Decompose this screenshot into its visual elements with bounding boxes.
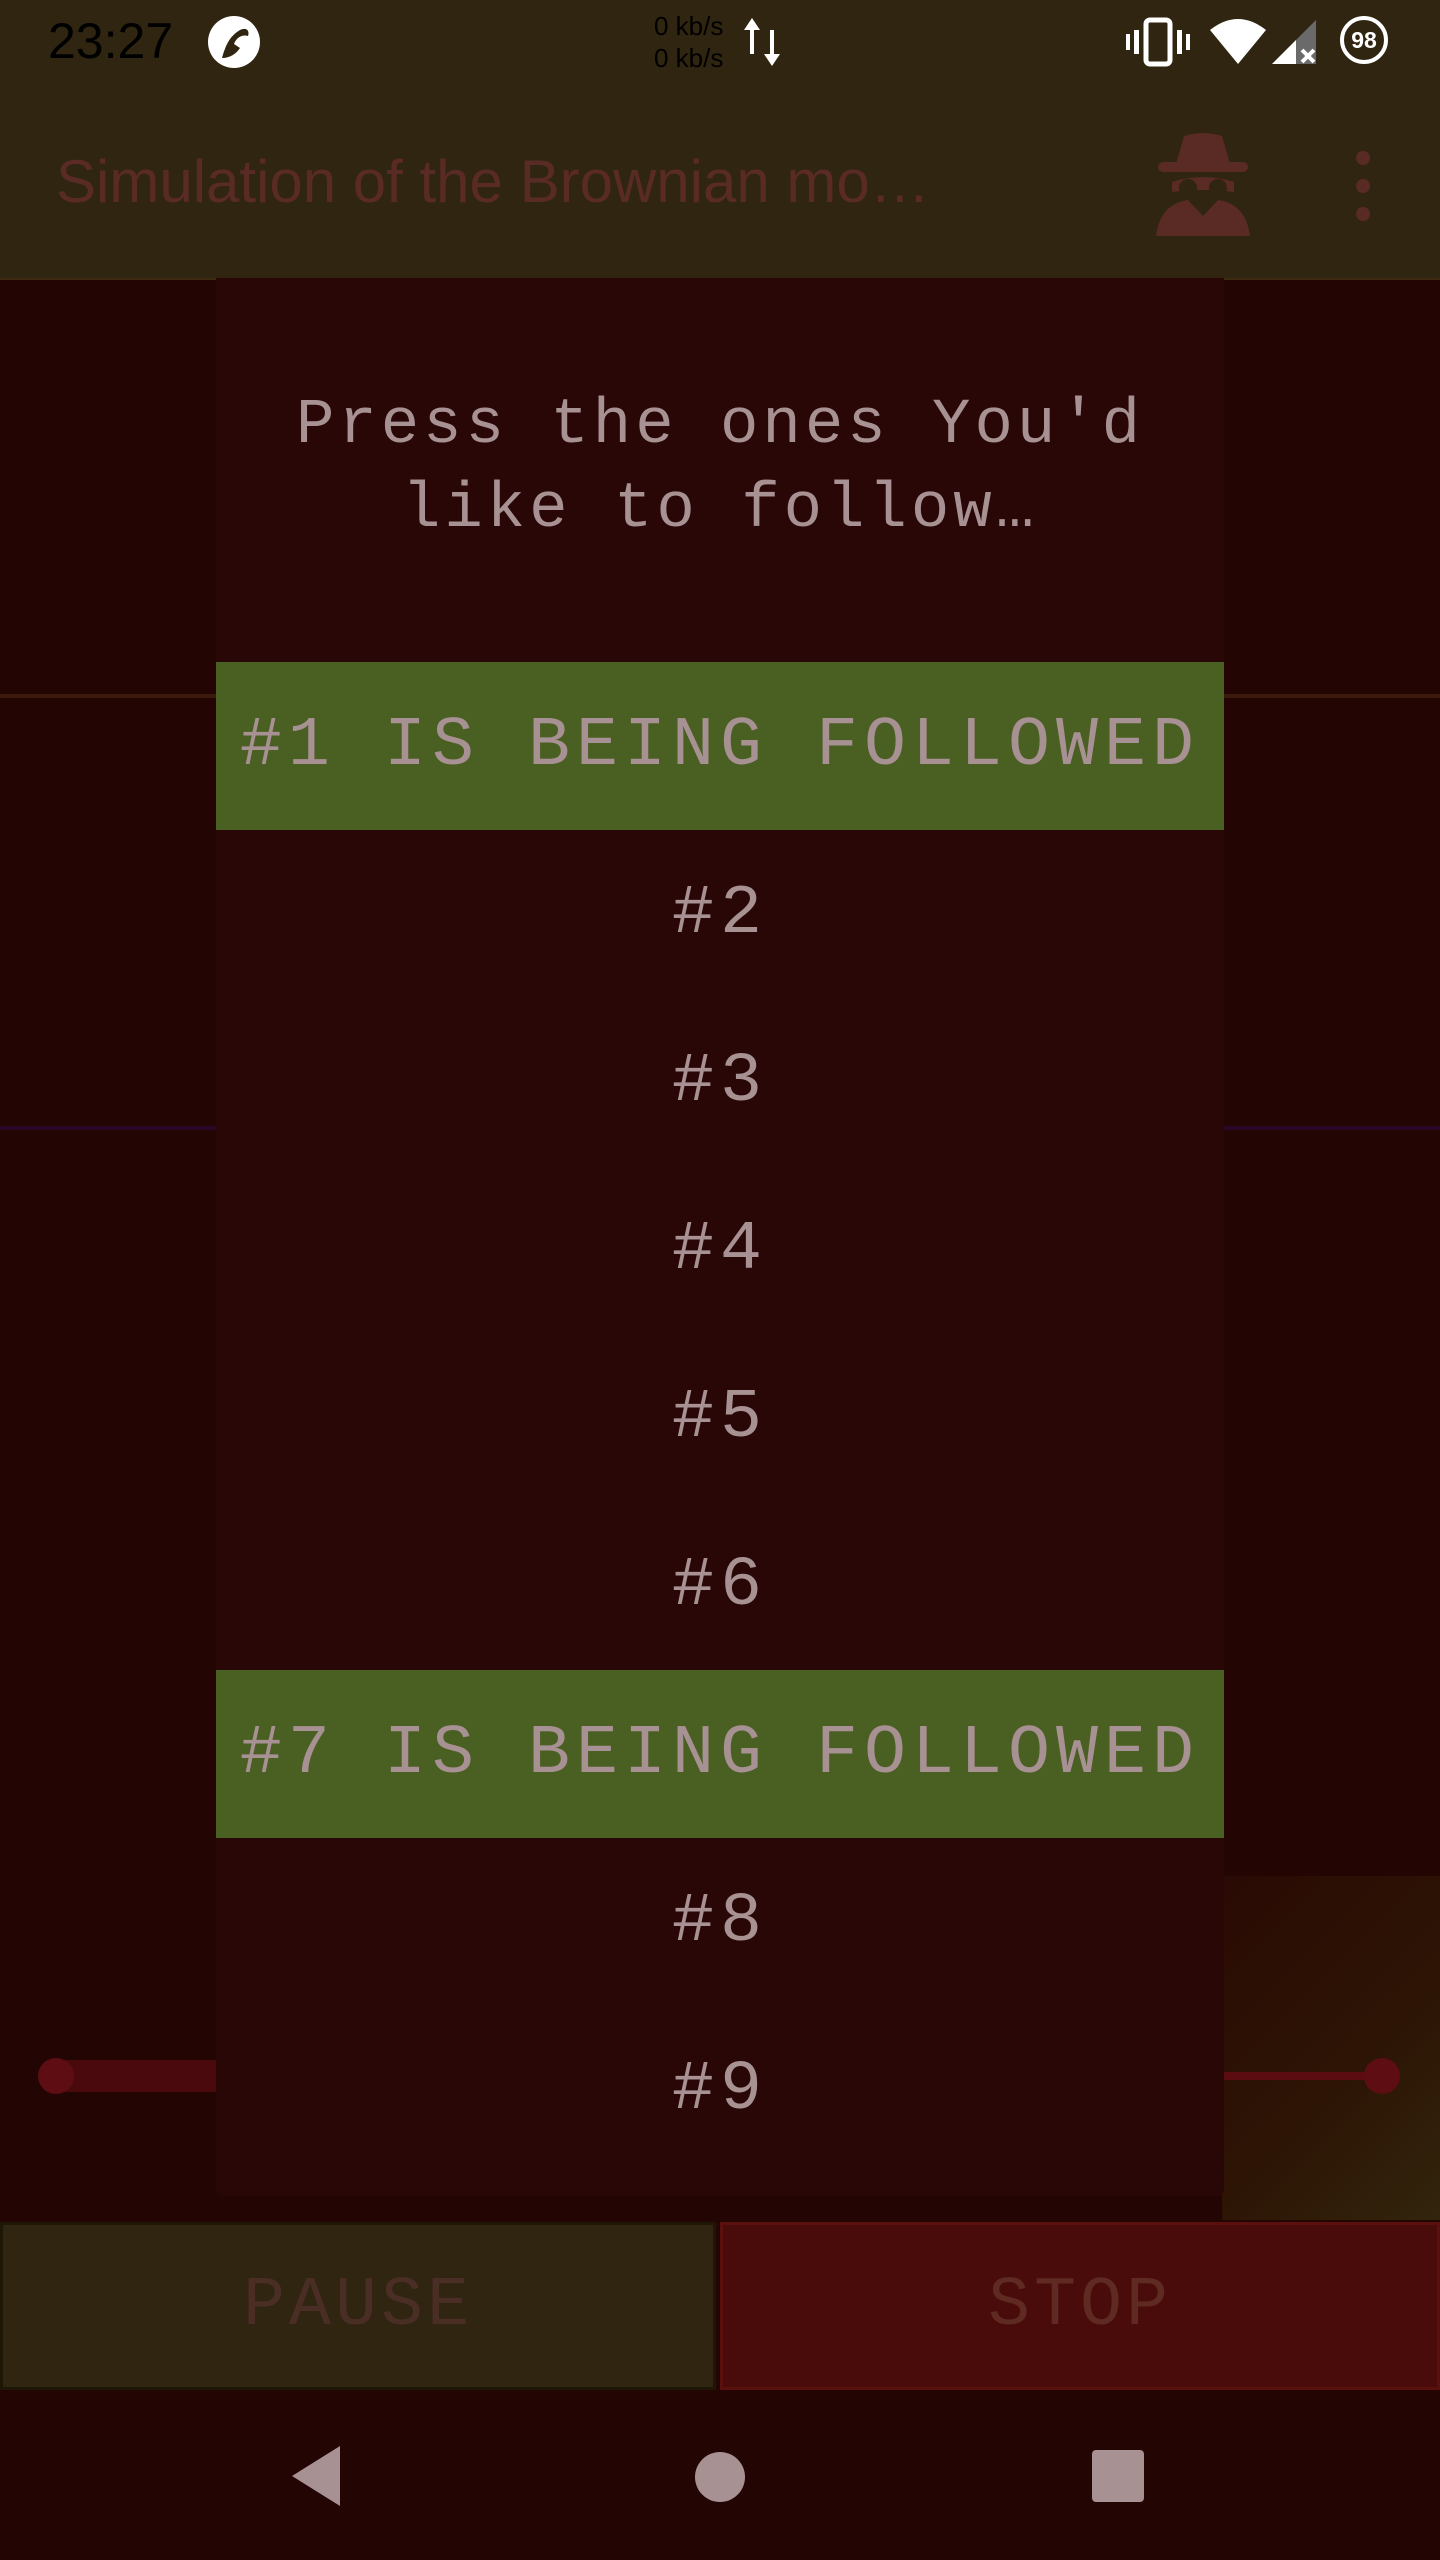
slider-handle[interactable]	[38, 2058, 74, 2094]
list-item-1[interactable]: #1 IS BEING FOLLOWED	[216, 662, 1224, 830]
vibrate-icon	[1126, 17, 1190, 67]
list-item-5[interactable]: #5	[216, 1334, 1224, 1502]
spy-icon[interactable]	[1148, 130, 1258, 236]
list-item-4[interactable]: #4	[216, 1166, 1224, 1334]
list-item-3[interactable]: #3	[216, 998, 1224, 1166]
slider-track[interactable]	[1222, 2072, 1382, 2080]
control-panel	[1222, 1876, 1440, 2220]
list-item-7[interactable]: #7 IS BEING FOLLOWED	[216, 1670, 1224, 1838]
dialog-title: Press the ones You'd like to follow…	[295, 390, 1145, 546]
status-clock: 23:27	[48, 13, 174, 69]
network-speed: 0 kb/s 0 kb/s	[654, 10, 723, 74]
wifi-icon	[1210, 19, 1266, 64]
home-icon[interactable]	[695, 2452, 745, 2502]
list-item-2[interactable]: #2	[216, 830, 1224, 998]
app-title: Simulation of the Brownian mo…	[56, 148, 930, 215]
upload-speed: 0 kb/s	[654, 11, 724, 41]
stop-button[interactable]: STOP	[720, 2222, 1440, 2390]
cell-signal-icon	[1272, 20, 1316, 64]
overflow-menu-icon[interactable]	[1340, 144, 1386, 228]
pause-button[interactable]: PAUSE	[0, 2222, 716, 2390]
app-notification-icon	[208, 16, 260, 68]
recents-icon[interactable]	[1092, 2450, 1144, 2502]
particle-list: #1 IS BEING FOLLOWED #2 #3 #4 #5 #6 #7 I…	[216, 662, 1224, 2174]
data-transfer-icon	[744, 18, 780, 66]
list-item-6[interactable]: #6	[216, 1502, 1224, 1670]
back-icon[interactable]	[288, 2444, 344, 2508]
list-item-9[interactable]: #9	[216, 2006, 1224, 2174]
list-item-8[interactable]: #8	[216, 1838, 1224, 2006]
download-speed: 0 kb/s	[654, 43, 724, 73]
slider-handle[interactable]	[1364, 2058, 1400, 2094]
battery-saver-icon: 98	[1340, 16, 1388, 64]
slider-track[interactable]	[56, 2060, 216, 2092]
